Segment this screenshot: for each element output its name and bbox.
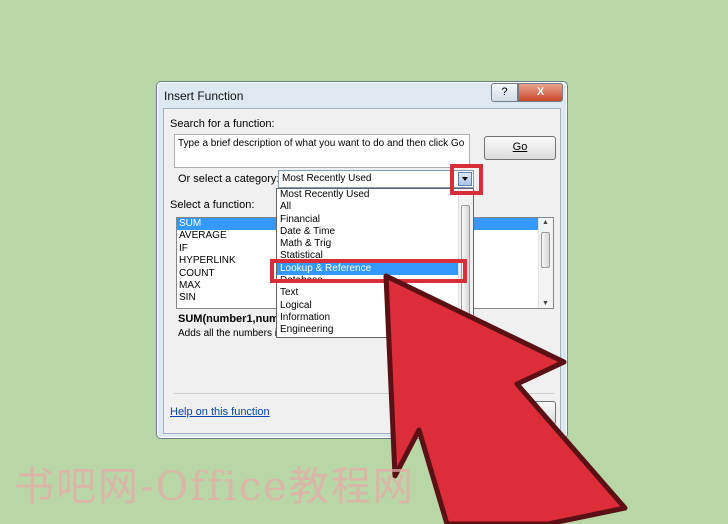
watermark-text: 书吧网-Office教程网 [14, 464, 415, 510]
red-arrow-icon [383, 273, 628, 524]
